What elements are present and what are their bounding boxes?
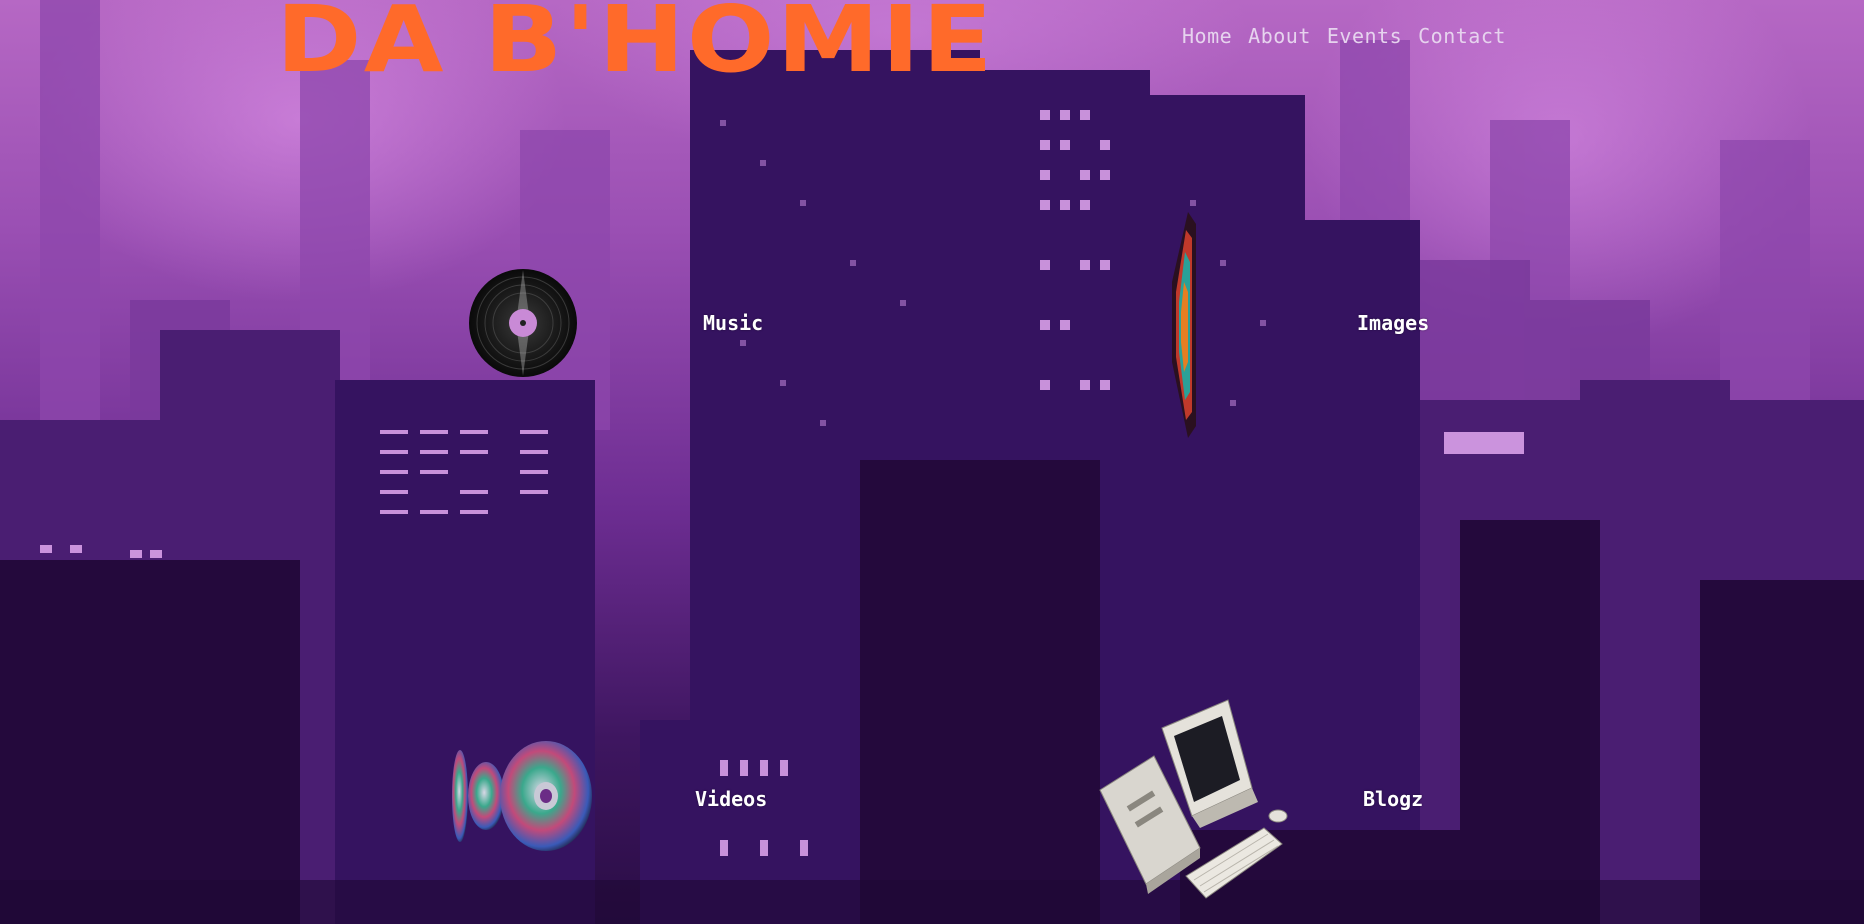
vinyl-record-icon[interactable] — [468, 268, 578, 378]
dvd-discs-icon[interactable] — [448, 738, 594, 854]
nav-events[interactable]: Events — [1327, 24, 1402, 48]
desktop-computer-icon[interactable] — [1096, 698, 1290, 912]
music-link[interactable]: Music — [703, 311, 763, 335]
blogz-link[interactable]: Blogz — [1363, 787, 1423, 811]
framed-picture-icon[interactable] — [1168, 212, 1196, 438]
videos-link[interactable]: Videos — [695, 787, 767, 811]
site-logo-title[interactable]: DA B'HOMIE — [276, 0, 995, 93]
top-navigation: Home About Events Contact — [1182, 24, 1506, 48]
nav-contact[interactable]: Contact — [1418, 24, 1506, 48]
images-link[interactable]: Images — [1357, 311, 1429, 335]
nav-about[interactable]: About — [1248, 24, 1311, 48]
nav-home[interactable]: Home — [1182, 24, 1232, 48]
city-skyline-background — [0, 0, 1864, 924]
